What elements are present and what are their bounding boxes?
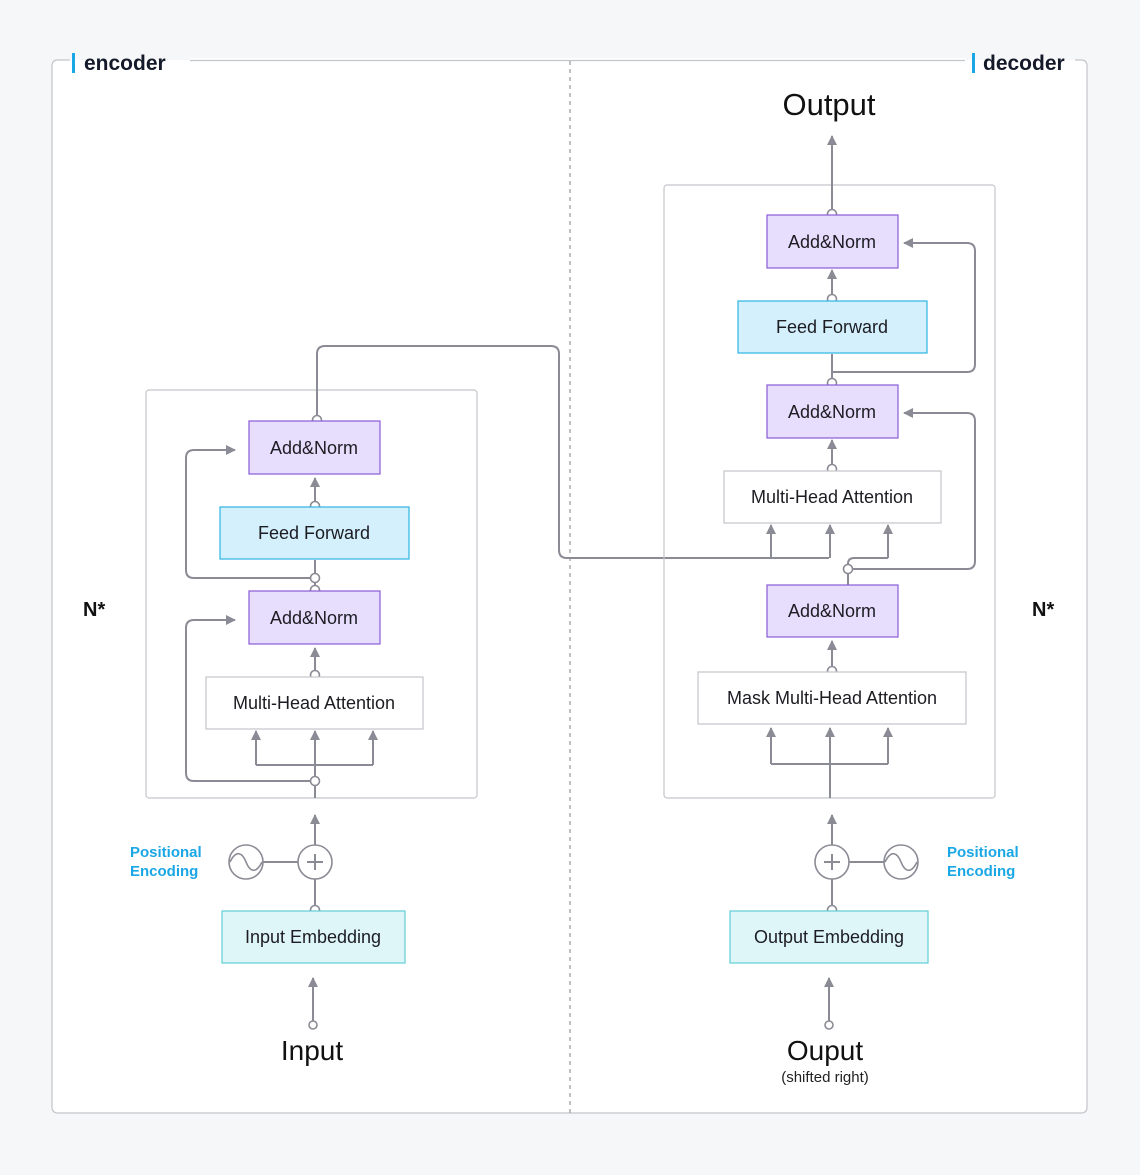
transformer-diagram: encoder decoder N* Add&Norm Feed Forward… — [51, 52, 1088, 1114]
decoder-add-norm-middle: Add&Norm — [766, 384, 899, 439]
svg-text:Feed Forward: Feed Forward — [776, 317, 888, 337]
encoder-add-norm-bottom: Add&Norm — [248, 590, 381, 645]
decoder-positional-encoding-label-1: Positional — [947, 844, 1019, 861]
decoder-plus-icon — [814, 844, 850, 880]
encoder-positional-encoding-label-1: Positional — [130, 844, 202, 861]
svg-text:Multi-Head Attention: Multi-Head Attention — [751, 487, 913, 507]
decoder-positional-encoding-label-2: Encoding — [947, 863, 1015, 880]
encoder-title: encoder — [84, 52, 166, 75]
output-label: Output — [782, 87, 875, 122]
decoder-multi-head-attention: Multi-Head Attention — [723, 470, 942, 524]
output-embedding: Output Embedding — [729, 910, 929, 964]
svg-text:Multi-Head Attention: Multi-Head Attention — [233, 693, 395, 713]
svg-text:Output Embedding: Output Embedding — [754, 927, 904, 947]
encoder-add-norm-top: Add&Norm — [248, 420, 381, 475]
decoder-sine-wave-icon — [883, 844, 919, 880]
decoder-add-norm-bottom: Add&Norm — [766, 584, 899, 638]
frame — [51, 58, 1088, 1114]
decoder-repeat-label: N* — [1032, 599, 1054, 621]
encoder-multi-head-attention: Multi-Head Attention — [205, 676, 424, 730]
encoder-plus-icon — [297, 844, 333, 880]
svg-text:Add&Norm: Add&Norm — [788, 232, 876, 252]
svg-text:Mask Multi-Head Attention: Mask Multi-Head Attention — [727, 688, 937, 708]
svg-text:Input Embedding: Input Embedding — [245, 927, 381, 947]
encoder-feed-forward: Feed Forward — [219, 506, 410, 560]
svg-text:Add&Norm: Add&Norm — [788, 601, 876, 621]
encoder-positional-encoding-label-2: Encoding — [130, 863, 198, 880]
decoder-title: decoder — [983, 52, 1065, 75]
input-label: Input — [281, 1035, 343, 1066]
encoder-title-bar — [72, 53, 75, 73]
svg-text:Feed Forward: Feed Forward — [258, 523, 370, 543]
shifted-right-note: (shifted right) — [781, 1069, 869, 1086]
decoder-feed-forward: Feed Forward — [737, 300, 928, 354]
encoder-repeat-label: N* — [83, 599, 105, 621]
decoder-input-label: Ouput — [787, 1035, 863, 1066]
decoder-masked-multi-head-attention: Mask Multi-Head Attention — [697, 671, 967, 725]
svg-text:Add&Norm: Add&Norm — [270, 608, 358, 628]
decoder-add-norm-top: Add&Norm — [766, 214, 899, 269]
input-embedding: Input Embedding — [221, 910, 406, 964]
svg-text:Add&Norm: Add&Norm — [270, 438, 358, 458]
decoder-title-bar — [972, 53, 975, 73]
svg-text:Add&Norm: Add&Norm — [788, 402, 876, 422]
encoder-sine-wave-icon — [228, 844, 264, 880]
